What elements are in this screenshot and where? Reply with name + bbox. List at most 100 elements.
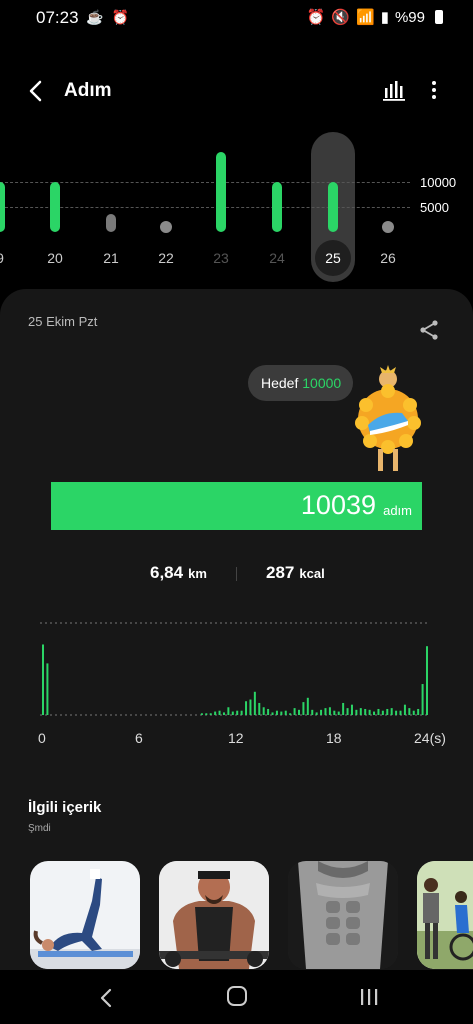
day-label-25[interactable]: 25 — [313, 250, 353, 266]
day-label-20[interactable]: 20 — [35, 250, 75, 266]
hourly-bar — [377, 708, 380, 715]
daily-trend-chart[interactable]: 10000 5000 9 20 21 22 23 24 25 26 — [0, 130, 473, 282]
related-thumb-abs[interactable] — [288, 861, 398, 969]
related-thumb-cycling[interactable] — [417, 861, 473, 969]
hourly-bar — [320, 709, 323, 715]
bar-chart-icon[interactable] — [382, 78, 406, 102]
hourly-bar — [390, 708, 393, 715]
distance-value: 6,84 — [150, 563, 184, 582]
hourly-bar — [373, 711, 376, 715]
day-label-21[interactable]: 21 — [91, 250, 131, 266]
hourly-bar — [355, 709, 358, 715]
distance-unit: km — [188, 566, 207, 581]
hourly-bar — [324, 708, 327, 715]
status-time: 07:23 — [36, 8, 79, 27]
hourly-bar — [200, 713, 203, 715]
hourly-bar — [417, 708, 420, 715]
hourly-bar — [403, 704, 406, 715]
nav-recent-apps-icon[interactable] — [358, 986, 380, 1008]
tea-icon: ☕ — [86, 9, 104, 25]
hourly-bar — [205, 713, 208, 715]
hourly-bar — [315, 712, 318, 715]
day-dot-26[interactable] — [382, 221, 394, 233]
hourly-bar — [262, 707, 265, 715]
hourly-bar — [293, 708, 296, 715]
hourly-bar — [412, 710, 415, 715]
hourly-bar — [346, 708, 349, 715]
day-bar-20[interactable] — [50, 182, 60, 232]
nav-back-icon[interactable] — [96, 986, 116, 1010]
hourly-bar — [311, 709, 314, 715]
goal-high-label: 10000 — [420, 175, 457, 190]
day-label-23[interactable]: 23 — [201, 250, 241, 266]
battery-icon — [435, 10, 443, 24]
hourly-bar — [381, 710, 384, 715]
x-label-6: 6 — [135, 730, 143, 746]
hourly-bar — [258, 702, 261, 715]
cycling-image — [417, 861, 473, 969]
back-arrow-icon[interactable] — [22, 76, 52, 106]
hourly-bar — [209, 713, 212, 715]
yoga-image — [30, 869, 140, 969]
hourly-bar — [408, 708, 411, 715]
related-thumb-yoga[interactable] — [30, 861, 140, 969]
hourly-bar — [236, 710, 239, 715]
hourly-bar — [350, 704, 353, 715]
distance-stat: 6,84 km — [150, 563, 207, 583]
steps-unit: adım — [383, 503, 412, 518]
share-icon[interactable] — [418, 319, 440, 341]
hourly-bar — [342, 702, 345, 715]
related-content-subtitle: Şmdi — [28, 823, 51, 834]
day-label-9[interactable]: 9 — [0, 250, 20, 266]
goal-bubble: Hedef 10000 — [248, 365, 353, 401]
hourly-bar — [240, 710, 243, 715]
day-dot-22[interactable] — [160, 221, 172, 233]
hourly-bar — [249, 699, 252, 715]
calories-value: 287 — [266, 563, 295, 582]
hourly-bar — [271, 712, 274, 715]
day-bar-9[interactable] — [0, 182, 5, 232]
steps-progress-bar: 10039 adım — [51, 482, 422, 530]
related-thumb-weights[interactable] — [159, 861, 269, 969]
goal-low-label: 5000 — [420, 200, 449, 215]
hourly-bar — [253, 691, 256, 715]
x-label-0: 0 — [38, 730, 46, 746]
day-bar-25[interactable] — [328, 182, 338, 232]
hourly-steps-chart[interactable]: 0 6 12 18 24(s) — [30, 615, 446, 765]
hourly-bar — [328, 707, 331, 715]
goal-line-low — [0, 207, 410, 208]
alarm-icon: ⏰ — [111, 9, 129, 25]
hourly-bar — [42, 644, 44, 715]
day-label-24[interactable]: 24 — [257, 250, 297, 266]
day-label-22[interactable]: 22 — [146, 250, 186, 266]
hourly-bar — [284, 710, 287, 715]
status-bar: 07:23 ☕ ⏰ ⏰ 🔇 📶 ▮ %99 — [0, 0, 473, 36]
hourly-bar — [46, 663, 49, 715]
nav-home-icon[interactable] — [226, 985, 248, 1007]
hourly-bar — [275, 710, 278, 715]
x-label-18: 18 — [326, 730, 342, 746]
hourly-bar — [333, 710, 336, 715]
calories-unit: kcal — [299, 566, 325, 581]
mute-icon: 🔇 — [331, 9, 351, 26]
more-options-icon[interactable] — [424, 78, 444, 102]
hourly-bar — [337, 711, 340, 715]
hourly-bar — [214, 711, 217, 715]
battery-percent: %99 — [394, 8, 425, 26]
hourly-bar — [245, 701, 248, 715]
goal-line-high — [0, 182, 410, 183]
goal-value: 10000 — [302, 375, 342, 391]
day-bar-21[interactable] — [106, 214, 116, 232]
day-bar-24[interactable] — [272, 182, 282, 232]
hourly-bar — [231, 711, 234, 715]
calories-stat: 287 kcal — [266, 563, 325, 583]
hourly-bar — [227, 707, 230, 715]
hourly-bar — [298, 709, 300, 715]
goal-label: Hedef — [261, 375, 299, 391]
day-bar-23[interactable] — [216, 152, 226, 232]
day-label-26[interactable]: 26 — [368, 250, 408, 266]
wifi-icon: 📶 — [356, 9, 375, 26]
signal-icon: ▮ — [380, 9, 389, 26]
hourly-bar — [280, 711, 283, 715]
hourly-bar — [426, 646, 428, 715]
